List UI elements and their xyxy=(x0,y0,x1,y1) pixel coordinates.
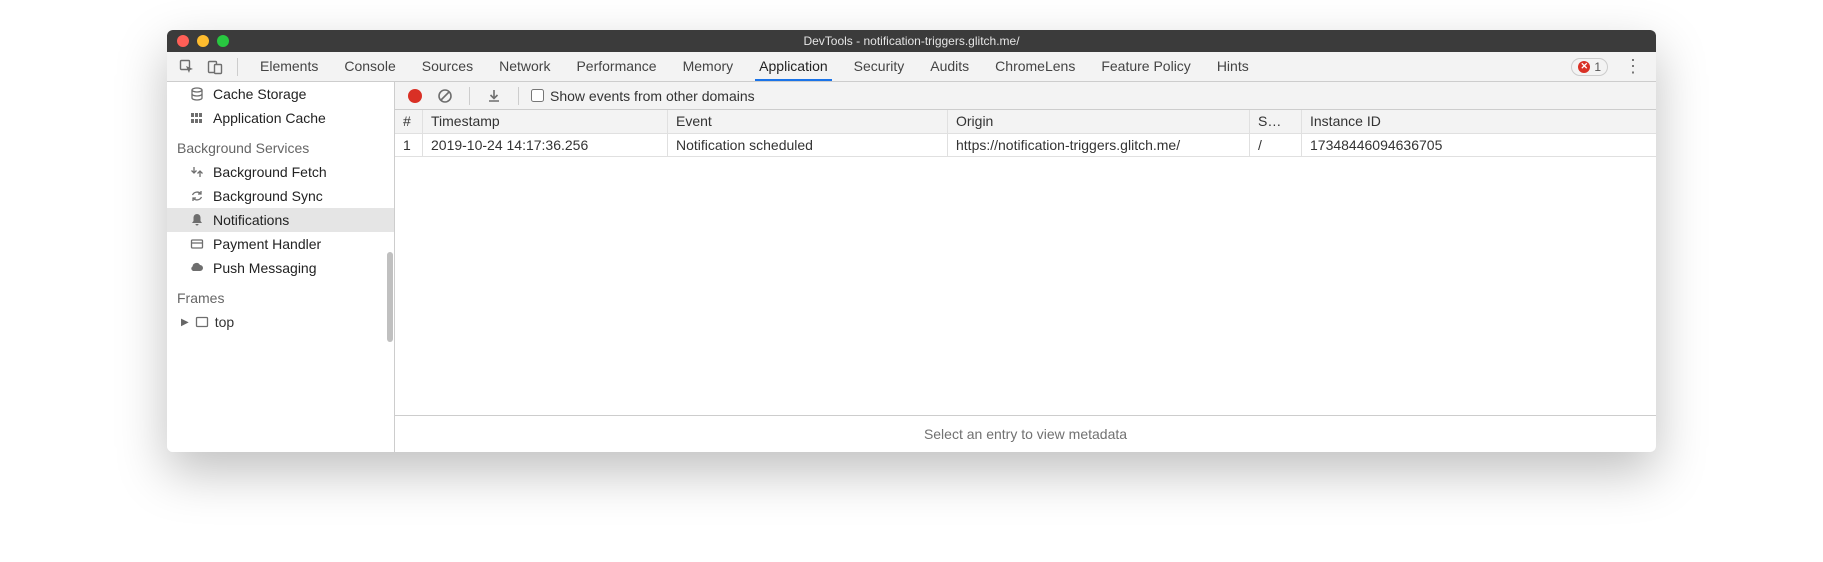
notifications-panel: Show events from other domains # Timesta… xyxy=(395,82,1656,452)
tab-performance[interactable]: Performance xyxy=(572,52,660,81)
cell-index: 1 xyxy=(395,134,423,156)
sidebar-item-label: Background Sync xyxy=(213,188,323,204)
col-header-instance-id[interactable]: Instance ID xyxy=(1302,110,1656,133)
sidebar-header-frames: Frames xyxy=(167,280,394,310)
sidebar-item-frame-top[interactable]: ▶ top xyxy=(167,310,394,334)
disclosure-triangle-icon[interactable]: ▶ xyxy=(181,317,189,328)
col-header-sw-scope[interactable]: SW … xyxy=(1250,110,1302,133)
database-icon xyxy=(189,87,205,101)
notifications-toolbar: Show events from other domains xyxy=(395,82,1656,110)
cell-timestamp: 2019-10-24 14:17:36.256 xyxy=(423,134,668,156)
sidebar-item-background-fetch[interactable]: Background Fetch xyxy=(167,160,394,184)
col-header-timestamp[interactable]: Timestamp xyxy=(423,110,668,133)
card-icon xyxy=(189,237,205,251)
tab-hints[interactable]: Hints xyxy=(1213,52,1253,81)
tab-network[interactable]: Network xyxy=(495,52,554,81)
sidebar-item-label: Payment Handler xyxy=(213,236,321,252)
record-icon xyxy=(408,89,422,103)
sidebar-header-background-services: Background Services xyxy=(167,130,394,160)
close-window-button[interactable] xyxy=(177,35,189,47)
cell-instance-id: 17348446094636705 xyxy=(1302,134,1656,156)
traffic-lights xyxy=(167,35,229,47)
sidebar-item-application-cache[interactable]: Application Cache xyxy=(167,106,394,130)
divider xyxy=(237,58,238,76)
tab-audits[interactable]: Audits xyxy=(926,52,973,81)
grid-icon xyxy=(189,111,205,125)
col-header-origin[interactable]: Origin xyxy=(948,110,1250,133)
sidebar-item-label: Push Messaging xyxy=(213,260,317,276)
sidebar-item-cache-storage[interactable]: Cache Storage xyxy=(167,82,394,106)
record-button[interactable] xyxy=(403,85,427,107)
maximize-window-button[interactable] xyxy=(217,35,229,47)
checkbox-input[interactable] xyxy=(531,89,544,102)
table-body: 1 2019-10-24 14:17:36.256 Notification s… xyxy=(395,134,1656,416)
table-row[interactable]: 1 2019-10-24 14:17:36.256 Notification s… xyxy=(395,134,1656,157)
sidebar-item-label: Notifications xyxy=(213,212,289,228)
events-table: # Timestamp Event Origin SW … Instance I… xyxy=(395,110,1656,416)
checkbox-label: Show events from other domains xyxy=(550,88,755,104)
cell-origin: https://notification-triggers.glitch.me/ xyxy=(948,134,1250,156)
device-toolbar-icon[interactable] xyxy=(203,55,227,79)
sidebar-item-background-sync[interactable]: Background Sync xyxy=(167,184,394,208)
table-header: # Timestamp Event Origin SW … Instance I… xyxy=(395,110,1656,134)
application-sidebar: Cache Storage Application Cache Backgrou… xyxy=(167,82,395,452)
fetch-icon xyxy=(189,165,205,179)
panel-body: Cache Storage Application Cache Backgrou… xyxy=(167,82,1656,452)
col-header-event[interactable]: Event xyxy=(668,110,948,133)
tab-console[interactable]: Console xyxy=(340,52,399,81)
metadata-prompt: Select an entry to view metadata xyxy=(395,416,1656,452)
col-header-index[interactable]: # xyxy=(395,110,423,133)
tab-security[interactable]: Security xyxy=(850,52,909,81)
sidebar-item-label: Background Fetch xyxy=(213,164,327,180)
error-count-badge[interactable]: ✕ 1 xyxy=(1571,58,1608,76)
sync-icon xyxy=(189,189,205,203)
sidebar-item-payment-handler[interactable]: Payment Handler xyxy=(167,232,394,256)
error-count: 1 xyxy=(1594,60,1601,74)
error-icon: ✕ xyxy=(1578,61,1590,73)
clear-button[interactable] xyxy=(433,85,457,107)
tab-memory[interactable]: Memory xyxy=(679,52,738,81)
sidebar-scrollbar-thumb[interactable] xyxy=(387,252,393,342)
show-other-domains-checkbox[interactable]: Show events from other domains xyxy=(531,88,755,104)
tab-sources[interactable]: Sources xyxy=(418,52,477,81)
sidebar-item-push-messaging[interactable]: Push Messaging xyxy=(167,256,394,280)
divider xyxy=(518,87,519,105)
cloud-icon xyxy=(189,261,205,275)
cell-event: Notification scheduled xyxy=(668,134,948,156)
devtools-window: DevTools - notification-triggers.glitch.… xyxy=(167,30,1656,452)
more-menu-icon[interactable]: ⋮ xyxy=(1618,56,1648,77)
frame-label: top xyxy=(215,314,234,330)
devtools-tabbar: Elements Console Sources Network Perform… xyxy=(167,52,1656,82)
sidebar-item-notifications[interactable]: Notifications xyxy=(167,208,394,232)
sidebar-item-label: Application Cache xyxy=(213,110,326,126)
window-titlebar: DevTools - notification-triggers.glitch.… xyxy=(167,30,1656,52)
tab-feature-policy[interactable]: Feature Policy xyxy=(1097,52,1194,81)
bell-icon xyxy=(189,213,205,227)
panel-tabs: Elements Console Sources Network Perform… xyxy=(256,52,1567,81)
sidebar-item-label: Cache Storage xyxy=(213,86,306,102)
download-button[interactable] xyxy=(482,85,506,107)
minimize-window-button[interactable] xyxy=(197,35,209,47)
inspect-element-icon[interactable] xyxy=(175,55,199,79)
tab-chromelens[interactable]: ChromeLens xyxy=(991,52,1079,81)
tab-application[interactable]: Application xyxy=(755,52,832,81)
divider xyxy=(469,87,470,105)
frame-icon xyxy=(195,315,209,329)
cell-sw-scope: / xyxy=(1250,134,1302,156)
window-title: DevTools - notification-triggers.glitch.… xyxy=(167,34,1656,48)
tab-elements[interactable]: Elements xyxy=(256,52,322,81)
